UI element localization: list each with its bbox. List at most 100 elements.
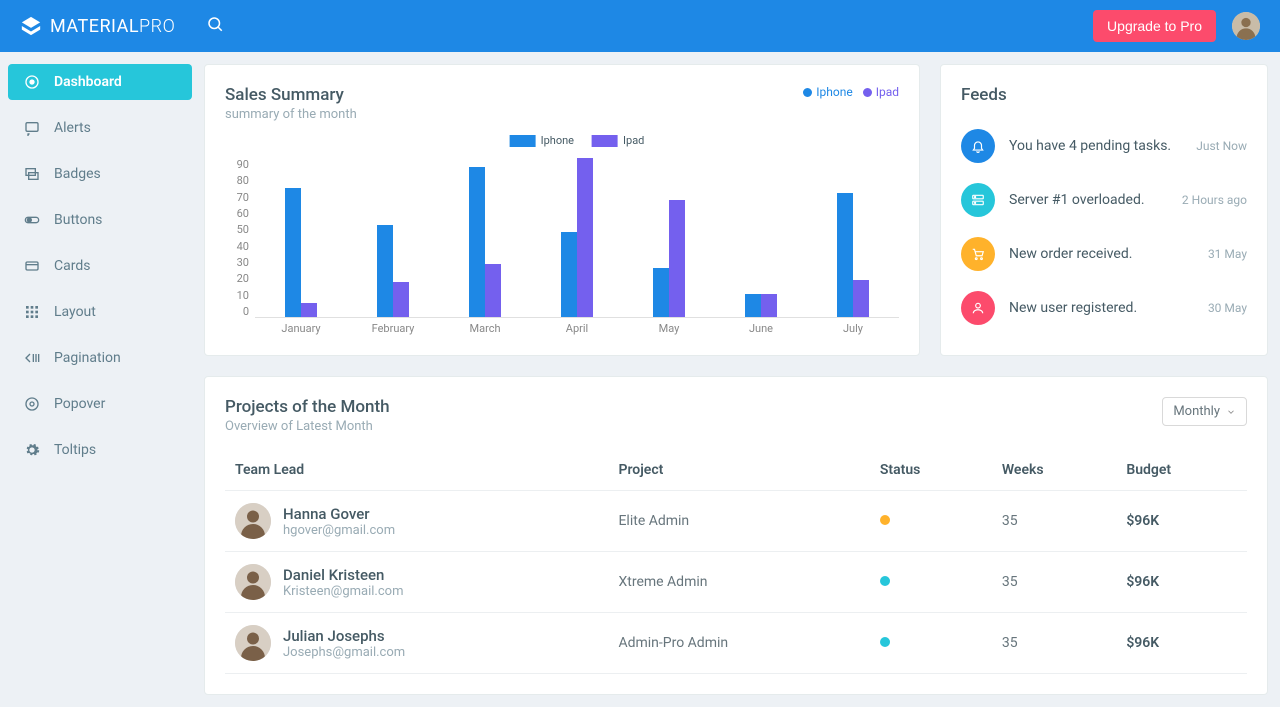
status-badge [880,637,890,647]
sidebar-item-alerts[interactable]: Alerts [8,110,192,146]
sales-title: Sales Summary [225,85,357,105]
x-label: February [347,322,439,335]
y-tick: 10 [225,289,249,302]
main: Sales Summary summary of the month Iphon… [200,52,1280,707]
lead-email: Kristeen@gmail.com [283,584,403,599]
table-row[interactable]: Julian Josephs Josephs@gmail.com Admin-P… [225,613,1247,674]
sidebar-item-dashboard[interactable]: Dashboard [8,64,192,100]
status-badge [880,576,890,586]
sidebar-item-pagination[interactable]: Pagination [8,340,192,376]
project-name: Elite Admin [608,491,869,552]
chart-bar [653,268,669,317]
lead-name: Julian Josephs [283,627,405,645]
chart-month-col [807,158,899,317]
y-tick: 0 [225,305,249,318]
table-row[interactable]: Daniel Kristeen Kristeen@gmail.com Xtrem… [225,552,1247,613]
chart-legend-item: Ipad [592,134,644,147]
y-tick: 80 [225,174,249,187]
budget: $96K [1116,491,1247,552]
chevron-down-icon [1226,407,1236,417]
feed-time: Just Now [1196,139,1247,153]
sidebar-item-badges[interactable]: Badges [8,156,192,192]
avatar [235,564,271,600]
project-name: Admin-Pro Admin [608,613,869,674]
chart-bar [669,200,685,317]
logo-icon [20,15,42,37]
lead-name: Hanna Gover [283,505,395,523]
avatar [235,625,271,661]
chart-bar [285,188,301,317]
sales-chart: 0102030405060708090 IphoneIpad JanuaryFe… [225,140,899,330]
projects-card: Projects of the Month Overview of Latest… [204,376,1268,695]
projects-subtitle: Overview of Latest Month [225,419,390,434]
lead-email: hgover@gmail.com [283,523,395,538]
sidebar-item-label: Cards [54,258,90,274]
x-label: March [439,322,531,335]
legend-item: Iphone [793,85,852,99]
col-project: Project [608,450,869,491]
x-label: May [623,322,715,335]
feed-time: 30 May [1208,301,1247,315]
sidebar-item-toltips[interactable]: Toltips [8,432,192,468]
legend-label: Iphone [816,85,852,99]
target-icon [22,74,42,90]
projects-filter-select[interactable]: Monthly [1162,397,1247,426]
feeds-title: Feeds [961,85,1247,105]
server-icon [961,183,995,217]
sales-legend: IphoneIpad [793,85,899,99]
card-icon [22,258,42,274]
chart-bar [301,303,317,317]
sidebar-item-label: Buttons [54,212,102,228]
sidebar-item-label: Dashboard [54,74,122,90]
y-tick: 50 [225,223,249,236]
table-row[interactable]: Hanna Gover hgover@gmail.com Elite Admin… [225,491,1247,552]
chart-bar [837,193,853,317]
chart-bar [761,294,777,317]
sidebar-item-layout[interactable]: Layout [8,294,192,330]
layers-icon [22,166,42,182]
status-badge [880,515,890,525]
feed-item[interactable]: New order received. 31 May [961,227,1247,281]
cart-icon [961,237,995,271]
chart-month-col [347,158,439,317]
sidebar-item-popover[interactable]: Popover [8,386,192,422]
toggle-icon [22,212,42,228]
chart-bar [393,282,409,317]
sidebar-item-label: Alerts [54,120,91,136]
sidebar-item-label: Badges [54,166,101,182]
weeks: 35 [992,613,1116,674]
search-icon[interactable] [206,15,224,38]
feed-item[interactable]: You have 4 pending tasks. Just Now [961,119,1247,173]
bell-icon [961,129,995,163]
feed-item[interactable]: New user registered. 30 May [961,281,1247,335]
x-label: July [807,322,899,335]
chart-bar [745,294,761,317]
x-label: April [531,322,623,335]
user-avatar[interactable] [1232,12,1260,40]
projects-table: Team Lead Project Status Weeks Budget Ha… [225,450,1247,674]
sidebar: Dashboard Alerts Badges Buttons Cards La… [0,52,200,707]
legend-dot [803,88,812,97]
legend-label: Ipad [623,134,644,147]
x-label: June [715,322,807,335]
lead-name: Daniel Kristeen [283,566,403,584]
weeks: 35 [992,552,1116,613]
feed-item[interactable]: Server #1 overloaded. 2 Hours ago [961,173,1247,227]
y-tick: 20 [225,272,249,285]
legend-item: Ipad [853,85,899,99]
user-icon [961,291,995,325]
weeks: 35 [992,491,1116,552]
feed-text: New user registered. [1009,300,1208,316]
budget: $96K [1116,552,1247,613]
feed-time: 31 May [1208,247,1247,261]
sidebar-item-cards[interactable]: Cards [8,248,192,284]
sidebar-item-buttons[interactable]: Buttons [8,202,192,238]
chart-bar [853,280,869,317]
y-tick: 60 [225,207,249,220]
projects-title: Projects of the Month [225,397,390,417]
upgrade-button[interactable]: Upgrade to Pro [1093,10,1216,42]
budget: $96K [1116,613,1247,674]
brand[interactable]: MATERIALPRO [20,15,200,37]
message-icon [22,120,42,136]
chart-month-col [255,158,347,317]
